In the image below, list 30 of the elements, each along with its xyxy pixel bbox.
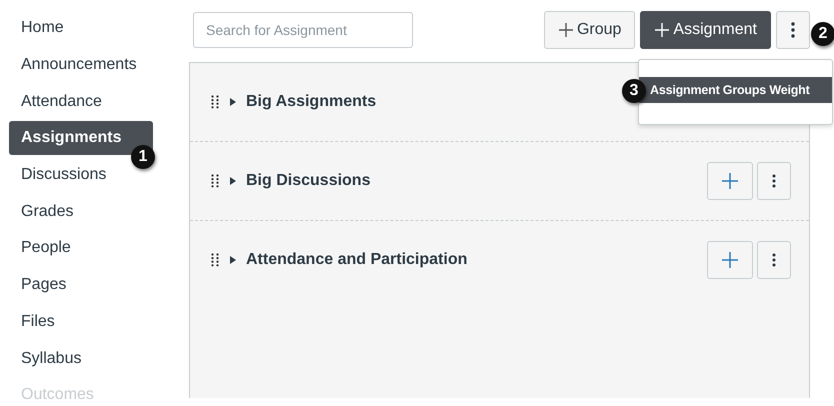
group-title: Attendance and Participation	[246, 251, 468, 269]
nav-link[interactable]: Files	[9, 304, 153, 339]
expand-triangle-icon[interactable]	[230, 256, 236, 264]
nav-link[interactable]: Grades	[9, 194, 153, 229]
callout-badge: 2	[811, 22, 834, 46]
nav-link[interactable]: Announcements	[9, 48, 153, 82]
nav-link[interactable]: Pages	[9, 268, 153, 302]
expand-triangle-icon[interactable]	[230, 98, 236, 106]
callout-badge: 1	[131, 145, 155, 170]
kebab-icon	[772, 174, 776, 188]
search-field[interactable]: Search for Assignment	[193, 12, 413, 48]
drag-handle-icon[interactable]	[211, 174, 219, 188]
add-group-button[interactable]: Group	[544, 11, 636, 49]
expand-triangle-icon[interactable]	[230, 177, 236, 185]
plus-icon	[722, 173, 738, 189]
group-title: Big Discussions	[246, 172, 372, 190]
plus-icon	[558, 22, 574, 38]
drag-handle-icon[interactable]	[211, 253, 219, 267]
plus-icon	[654, 22, 670, 38]
kebab-icon	[791, 22, 795, 38]
group-title: Big Assignments	[246, 93, 378, 111]
nav-link[interactable]: Syllabus	[9, 342, 153, 376]
plus-icon	[722, 252, 738, 268]
nav-link[interactable]: Attendance	[9, 84, 153, 119]
drag-handle-icon[interactable]	[211, 95, 219, 109]
nav-link[interactable]: Home	[9, 11, 153, 46]
add-assignment-button[interactable]: Assignment	[640, 11, 771, 49]
menu-item[interactable]: Assignment Groups Weight	[639, 77, 832, 103]
kebab-icon	[772, 253, 776, 267]
nav-link[interactable]: People	[9, 231, 153, 266]
